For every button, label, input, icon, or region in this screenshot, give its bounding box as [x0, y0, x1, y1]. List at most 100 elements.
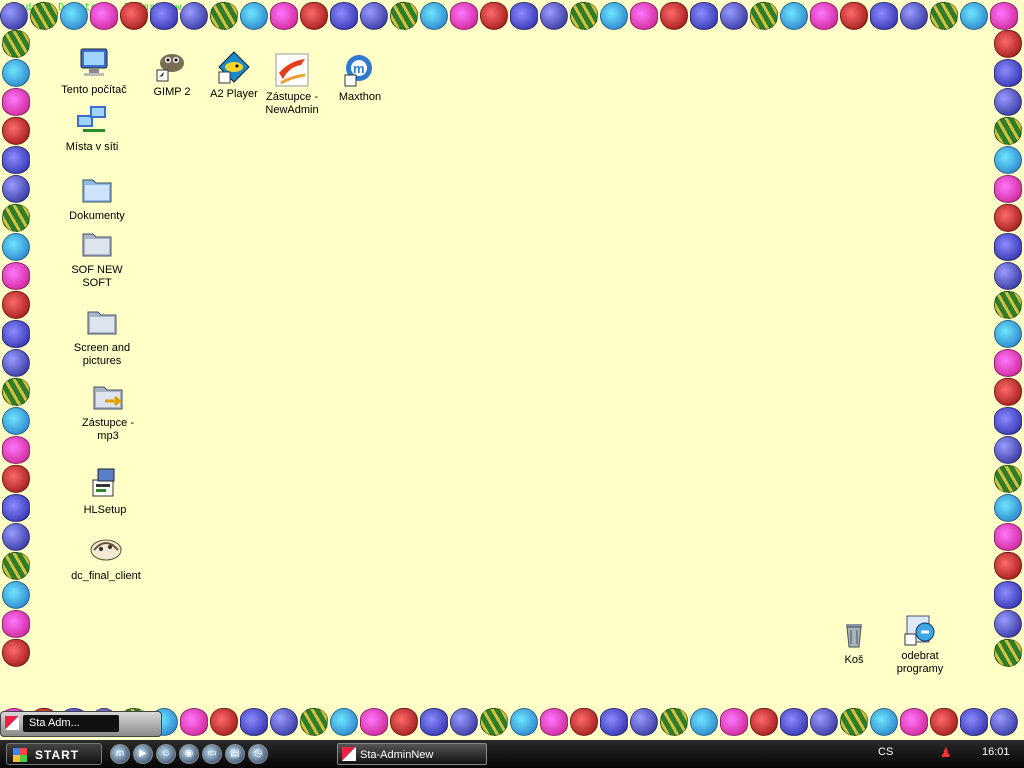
desktop-icon-sof-new-soft[interactable]: SOF NEW SOFT — [59, 226, 135, 290]
easter-egg-decoration — [994, 175, 1022, 203]
folder-icon — [85, 304, 119, 338]
easter-egg-decoration — [2, 146, 30, 174]
easter-egg-decoration — [994, 59, 1022, 87]
easter-egg-decoration — [630, 2, 658, 30]
person-icon[interactable]: ♟ — [940, 745, 952, 761]
easter-egg-decoration — [510, 2, 538, 30]
easter-egg-decoration — [994, 88, 1022, 116]
easter-egg-decoration — [2, 349, 30, 377]
easter-egg-decoration — [330, 708, 358, 736]
language-indicator[interactable]: CS — [878, 746, 893, 758]
desktop-icon-network-places[interactable]: Místa v síti — [54, 103, 130, 154]
desktop-icon-shortcut-mp3[interactable]: Zástupce - mp3 — [70, 379, 146, 443]
task-button-sta-adminnew[interactable]: Sta-AdminNew — [337, 743, 487, 765]
start-label: START — [35, 748, 80, 762]
start-button[interactable]: START — [6, 743, 102, 765]
desktop-icon-hlsetup[interactable]: HLSetup — [67, 466, 143, 517]
easter-egg-decoration — [994, 581, 1022, 609]
easter-egg-decoration — [994, 204, 1022, 232]
desktop-icon-my-computer[interactable]: Tento počítač — [56, 46, 132, 97]
network-icon — [75, 103, 109, 137]
easter-egg-decoration — [150, 2, 178, 30]
egg-border-top — [0, 0, 1024, 32]
easter-egg-decoration — [994, 117, 1022, 145]
mini-task-label: Sta Adm... — [23, 715, 119, 732]
desktop-icon-screen-pictures[interactable]: Screen and pictures — [64, 304, 140, 368]
quick-launch-bar: m ▶ ☺ ◉ ▭ ▤ ◷ — [110, 744, 268, 764]
easter-egg-decoration — [390, 2, 418, 30]
easter-egg-decoration — [994, 436, 1022, 464]
easter-egg-decoration — [994, 552, 1022, 580]
easter-egg-decoration — [994, 378, 1022, 406]
desktop-icon-maxthon[interactable]: m Maxthon — [322, 53, 398, 104]
easter-egg-decoration — [180, 2, 208, 30]
desktop-icon-recycle-bin[interactable]: Koš — [816, 616, 892, 667]
easter-egg-decoration — [810, 2, 838, 30]
desktop-icon-dc-final-client[interactable]: dc_final_client — [68, 532, 144, 583]
easter-egg-decoration — [360, 708, 388, 736]
easter-egg-decoration — [270, 708, 298, 736]
easter-egg-decoration — [2, 610, 30, 638]
easter-egg-decoration — [600, 708, 628, 736]
easter-egg-decoration — [870, 2, 898, 30]
egg-border-right — [992, 30, 1024, 667]
people-icon[interactable]: ☺ — [156, 744, 176, 764]
easter-egg-decoration — [300, 2, 328, 30]
easter-egg-decoration — [750, 708, 778, 736]
easter-egg-decoration — [2, 436, 30, 464]
easter-egg-decoration — [510, 708, 538, 736]
player-icon — [217, 50, 251, 84]
desktop[interactable]: Windows Desktop - IrfanView Tento počíta… — [0, 0, 1024, 740]
easter-egg-decoration — [994, 523, 1022, 551]
easter-egg-decoration — [900, 708, 928, 736]
easter-egg-decoration — [2, 291, 30, 319]
icon-label: Zástupce - NewAdmin — [265, 91, 319, 116]
clock-icon[interactable]: ◷ — [248, 744, 268, 764]
shell-icon — [89, 532, 123, 566]
easter-egg-decoration — [840, 708, 868, 736]
window-icon[interactable]: ▤ — [225, 744, 245, 764]
icon-label: Zástupce - mp3 — [82, 417, 134, 442]
easter-egg-decoration — [90, 2, 118, 30]
desktop-icon-documents[interactable]: Dokumenty — [59, 172, 135, 223]
easter-egg-decoration — [750, 2, 778, 30]
desktop-icon-shortcut-newadmin[interactable]: Zástupce - NewAdmin — [254, 53, 330, 117]
easter-egg-decoration — [2, 494, 30, 522]
folder-shortcut-icon — [91, 379, 125, 413]
easter-egg-decoration — [540, 2, 568, 30]
mini-task-widget[interactable]: Sta Adm... — [0, 711, 162, 737]
desktop-icon[interactable]: ▭ — [202, 744, 222, 764]
maxthon-icon[interactable]: m — [110, 744, 130, 764]
easter-egg-decoration — [994, 610, 1022, 638]
easter-egg-decoration — [2, 30, 30, 58]
newadmin-icon — [275, 53, 309, 87]
easter-egg-decoration — [994, 639, 1022, 667]
easter-egg-decoration — [480, 708, 508, 736]
desktop-icon-remove-programs[interactable]: odebrat programy — [882, 612, 958, 676]
media-icon[interactable]: ▶ — [133, 744, 153, 764]
easter-egg-decoration — [120, 2, 148, 30]
easter-egg-decoration — [210, 708, 238, 736]
browser-icon[interactable]: ◉ — [179, 744, 199, 764]
system-tray: ♟ — [940, 745, 952, 761]
easter-egg-decoration — [30, 2, 58, 30]
icon-label: Dokumenty — [69, 210, 125, 222]
easter-egg-decoration — [994, 465, 1022, 493]
easter-egg-decoration — [900, 2, 928, 30]
easter-egg-decoration — [600, 2, 628, 30]
easter-egg-decoration — [2, 465, 30, 493]
easter-egg-decoration — [660, 708, 688, 736]
easter-egg-decoration — [390, 708, 418, 736]
easter-egg-decoration — [990, 2, 1018, 30]
easter-egg-decoration — [2, 59, 30, 87]
easter-egg-decoration — [570, 2, 598, 30]
taskbar: START m ▶ ☺ ◉ ▭ ▤ ◷ Sta-AdminNew CS ♟ 16… — [0, 740, 1024, 768]
easter-egg-decoration — [780, 708, 808, 736]
easter-egg-decoration — [270, 2, 298, 30]
easter-egg-decoration — [450, 708, 478, 736]
easter-egg-decoration — [2, 175, 30, 203]
easter-egg-decoration — [930, 708, 958, 736]
easter-egg-decoration — [660, 2, 688, 30]
clock[interactable]: 16:01 — [982, 746, 1010, 758]
easter-egg-decoration — [960, 2, 988, 30]
